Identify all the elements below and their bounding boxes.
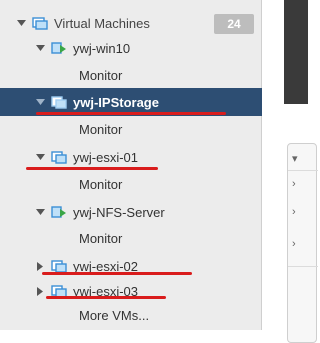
details-panel-edge: ▾ › › › xyxy=(287,143,318,343)
tree-node-monitor[interactable]: Monitor xyxy=(0,170,262,198)
tree-node-monitor[interactable]: Monitor xyxy=(0,224,262,252)
tree-header-label: Virtual Machines xyxy=(54,15,150,31)
tree-node-monitor[interactable]: Monitor xyxy=(0,115,262,143)
monitor-label: Monitor xyxy=(79,121,123,137)
vm-powered-on-icon xyxy=(51,205,67,219)
tree-node-vm[interactable]: ywj-win10 xyxy=(0,34,262,62)
divider xyxy=(288,170,318,171)
chevron-down-icon[interactable] xyxy=(14,16,28,30)
more-vms-label: More VMs... xyxy=(79,307,150,323)
tree-node-vm[interactable]: ywj-NFS-Server xyxy=(0,198,262,226)
chevron-right-icon[interactable]: › xyxy=(292,178,296,190)
tree-node-vm[interactable]: ywj-esxi-02 xyxy=(0,252,262,280)
red-annotation-underline xyxy=(46,296,166,299)
vm-name: ywj-win10 xyxy=(73,40,131,56)
more-vms-link[interactable]: More VMs... xyxy=(0,301,262,329)
monitor-label: Monitor xyxy=(79,176,123,192)
chevron-right-icon[interactable] xyxy=(33,259,47,273)
vm-folder-icon xyxy=(32,16,48,30)
vm-icon xyxy=(51,259,67,273)
chevron-down-icon[interactable] xyxy=(33,150,47,164)
vm-powered-on-icon xyxy=(51,41,67,55)
monitor-label: Monitor xyxy=(79,67,123,83)
red-annotation-underline xyxy=(42,272,192,275)
vm-icon xyxy=(51,95,67,109)
vm-count-badge: 24 xyxy=(214,14,254,34)
chevron-down-icon[interactable] xyxy=(33,95,47,109)
red-annotation-underline xyxy=(36,112,226,115)
chevron-down-icon[interactable] xyxy=(33,205,47,219)
chevron-down-icon[interactable] xyxy=(33,41,47,55)
monitor-label: Monitor xyxy=(79,230,123,246)
vm-name: ywj-IPStorage xyxy=(73,94,159,110)
chevron-right-icon[interactable]: › xyxy=(292,238,296,250)
vm-name: ywj-esxi-01 xyxy=(73,149,139,165)
chevron-right-icon[interactable]: › xyxy=(292,206,296,218)
vm-icon xyxy=(51,150,67,164)
vm-name: ywj-NFS-Server xyxy=(73,204,165,220)
inventory-tree-panel: Virtual Machines 24 ywj-win10 Monitor yw xyxy=(0,0,262,330)
collapse-icon[interactable]: ▾ xyxy=(292,152,298,165)
thumbnail-preview xyxy=(284,0,308,104)
divider xyxy=(288,266,318,267)
tree-node-monitor[interactable]: Monitor xyxy=(0,61,262,89)
chevron-right-icon[interactable] xyxy=(33,284,47,298)
red-annotation-underline xyxy=(26,167,158,170)
